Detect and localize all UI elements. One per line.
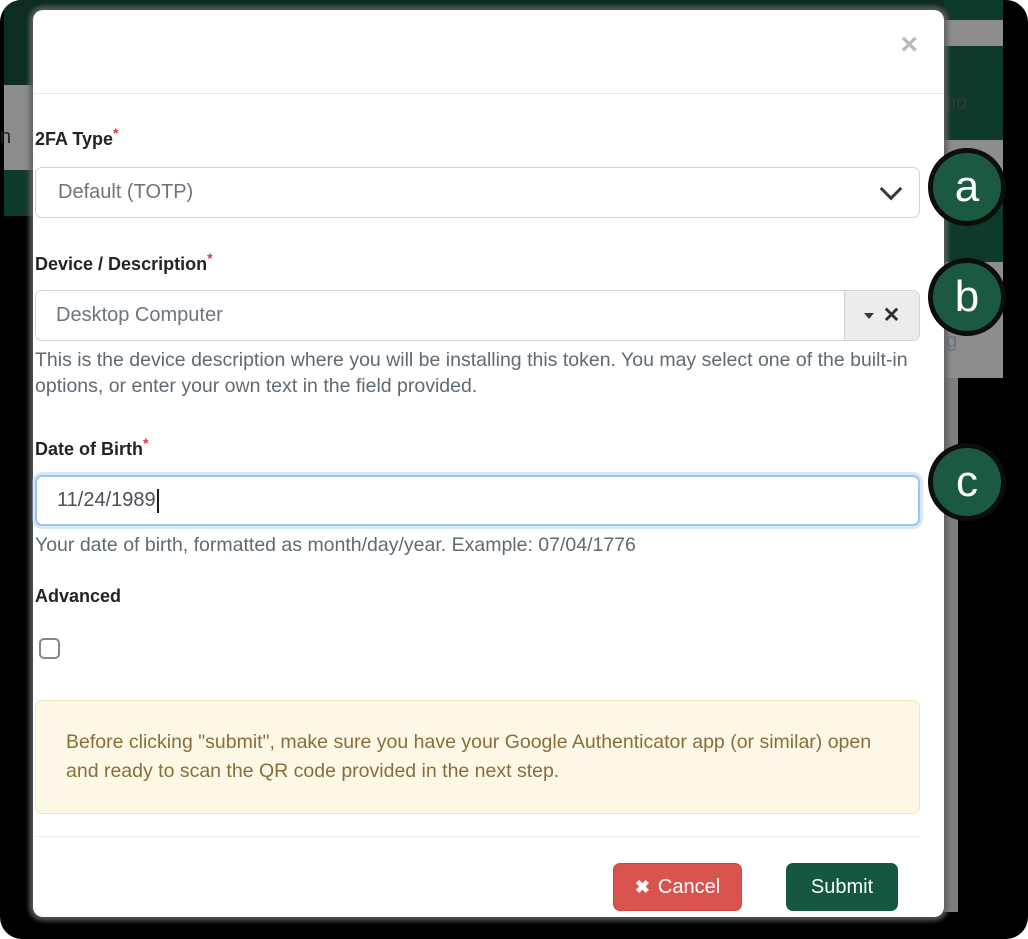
- advanced-checkbox[interactable]: [39, 638, 60, 659]
- cancel-x-icon: ✖: [634, 876, 650, 897]
- device-description-input[interactable]: [36, 291, 844, 340]
- annotation-badge-a: a: [928, 148, 1006, 226]
- submit-button[interactable]: Submit: [786, 863, 898, 911]
- modal-header: ×: [33, 10, 944, 94]
- close-icon[interactable]: ×: [900, 30, 918, 60]
- annotation-badge-c: c: [928, 443, 1006, 521]
- twofa-setup-modal: × 2FA Type* Default (TOTP) Device / Desc…: [33, 10, 944, 917]
- cancel-button-label: Cancel: [657, 875, 721, 898]
- caret-down-icon: [863, 312, 874, 319]
- required-asterisk: *: [207, 250, 213, 266]
- backdrop-left-green: [4, 0, 33, 93]
- text-cursor: [156, 488, 159, 513]
- device-description-combobox: ✕: [35, 290, 920, 341]
- modal-body: 2FA Type* Default (TOTP) Device / Descri…: [33, 122, 944, 911]
- clear-icon[interactable]: ✕: [883, 305, 901, 326]
- backdrop-left-green-2: [4, 170, 33, 216]
- device-description-label: Device / Description*: [35, 250, 213, 274]
- warning-alert: Before clicking "submit", make sure you …: [35, 700, 920, 814]
- required-asterisk: *: [143, 435, 149, 451]
- twofa-type-selected-value: Default (TOTP): [58, 181, 194, 203]
- screenshot-frame: n tio g × 2FA Type* Default (TOTP) Devic…: [0, 0, 1028, 939]
- date-of-birth-value: 11/24/1989: [57, 489, 156, 511]
- date-of-birth-input[interactable]: 11/24/1989: [35, 475, 920, 526]
- twofa-type-select[interactable]: Default (TOTP): [35, 167, 920, 218]
- modal-footer: ✖ Cancel Submit: [35, 836, 920, 911]
- twofa-type-label: 2FA Type*: [35, 125, 119, 149]
- backdrop-text-fragment-right-top: tio: [946, 92, 968, 114]
- device-description-help: This is the device description where you…: [35, 349, 908, 397]
- date-of-birth-label: Date of Birth*: [35, 435, 149, 459]
- cancel-button[interactable]: ✖ Cancel: [613, 863, 742, 911]
- required-asterisk: *: [113, 125, 119, 141]
- chevron-down-icon: [879, 177, 903, 200]
- annotation-badge-b: b: [928, 258, 1006, 336]
- advanced-label: Advanced: [35, 586, 122, 606]
- date-of-birth-help: Your date of birth, formatted as month/d…: [35, 534, 636, 556]
- backdrop-right-content-1: [944, 20, 1003, 46]
- backdrop-text-fragment-left: n: [0, 126, 12, 148]
- device-description-dropdown-toggle[interactable]: ✕: [844, 291, 919, 340]
